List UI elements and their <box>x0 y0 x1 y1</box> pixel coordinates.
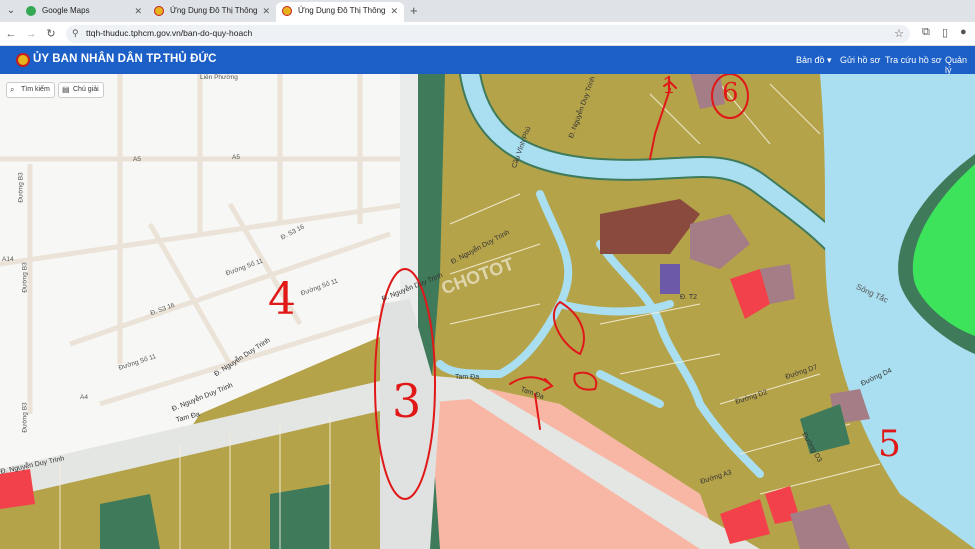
annotation-number-3: 3 <box>392 374 422 428</box>
label-a4: A4 <box>80 394 88 401</box>
close-icon[interactable]: ✕ <box>134 2 142 20</box>
emblem-favicon-icon <box>154 6 164 16</box>
emblem-favicon-icon <box>282 6 292 16</box>
label-duong-b3: Đường B3 <box>17 172 25 203</box>
annotation-number-6: 6 <box>722 78 739 108</box>
app-header: ỦY BAN NHÂN DÂN TP.THỦ ĐỨC Bản đồ ▾ Gửi … <box>0 46 975 75</box>
label-duong-b3: Đường B3 <box>21 262 29 293</box>
close-icon[interactable]: ✕ <box>390 2 398 20</box>
menu-label: Bản đồ <box>796 55 825 65</box>
reload-icon[interactable]: ↻ <box>44 27 58 41</box>
label-lien-phuong: Liên Phường <box>200 74 238 81</box>
menu-quan-ly[interactable]: Quản lý <box>945 55 975 75</box>
search-map-label: Tìm kiếm <box>21 86 50 93</box>
tab-smart-city-1[interactable]: Ứng Dụng Đô Thị Thông Minh ✕ <box>148 2 276 33</box>
annotation-number-5: 5 <box>878 424 901 465</box>
url-text: ttqh-thuduc.tphcm.gov.vn/ban-do-quy-hoac… <box>86 28 253 38</box>
menu-tra-cuu-ho-so[interactable]: Tra cứu hồ sơ <box>885 55 942 65</box>
map-canvas[interactable] <box>0 74 975 549</box>
state-emblem-icon <box>16 53 30 67</box>
label-a14: A14 <box>2 256 14 263</box>
legend-button[interactable]: ▤ Chú giải <box>58 82 104 98</box>
back-icon[interactable]: ← <box>4 27 18 41</box>
extensions-icon[interactable]: ⧉ <box>922 26 930 39</box>
annotation-number-1: 1 <box>662 74 676 99</box>
planning-map[interactable]: ⌕ Tìm kiếm ▤ Chú giải Liên Phường A5 A5 … <box>0 74 975 549</box>
search-map-button[interactable]: ⌕ Tìm kiếm <box>6 82 55 98</box>
menu-ban-do[interactable]: Bản đồ ▾ <box>796 55 832 66</box>
label-tam-da: Tam Đa <box>455 374 480 381</box>
tab-search-icon[interactable]: ⌄ <box>4 4 18 18</box>
purple-lot <box>660 264 680 294</box>
legend-icon: ▤ <box>62 85 70 94</box>
bookmark-star-icon[interactable]: ☆ <box>894 27 904 40</box>
tab-title: Google Maps <box>42 6 90 15</box>
annotation-number-4: 4 <box>268 274 296 325</box>
tab-smart-city-2[interactable]: Ứng Dụng Đô Thị Thông Minh ✕ <box>276 2 404 33</box>
address-bar[interactable]: ⚲ ttqh-thuduc.tphcm.gov.vn/ban-do-quy-ho… <box>66 25 910 43</box>
close-icon[interactable]: ✕ <box>262 2 270 20</box>
forward-icon[interactable]: → <box>24 27 38 41</box>
menu-gui-ho-so[interactable]: Gửi hồ sơ <box>840 55 880 65</box>
browser-tabbar: ⌄ Google Maps ✕ Ứng Dụng Đô Thị Thông Mi… <box>0 0 975 33</box>
site-info-icon[interactable]: ⚲ <box>72 28 79 39</box>
tab-google-maps[interactable]: Google Maps ✕ <box>20 2 148 22</box>
profile-icon[interactable]: ● <box>960 26 967 38</box>
search-icon: ⌕ <box>10 85 15 94</box>
app-title: ỦY BAN NHÂN DÂN TP.THỦ ĐỨC <box>33 53 217 65</box>
legend-label: Chú giải <box>73 86 99 93</box>
browser-toolbar: ← → ↻ ⚲ ttqh-thuduc.tphcm.gov.vn/ban-do-… <box>0 22 975 46</box>
caret-down-icon: ▾ <box>827 55 832 65</box>
label-a5: A5 <box>133 156 141 163</box>
label-a5: A5 <box>232 154 240 161</box>
label-d-t2: Đ. T2 <box>680 294 697 301</box>
label-duong-b3: Đường B3 <box>21 402 29 433</box>
sidepanel-icon[interactable]: ▯ <box>942 26 948 39</box>
maps-favicon-icon <box>26 6 36 16</box>
new-tab-icon[interactable]: + <box>410 2 418 20</box>
